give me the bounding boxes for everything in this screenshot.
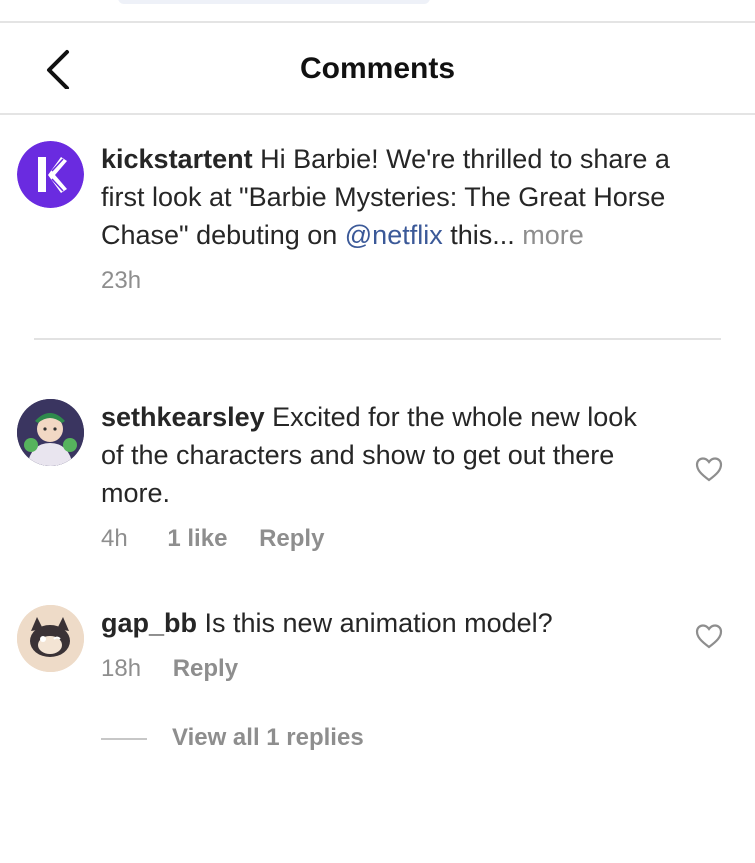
view-replies-button[interactable]: View all 1 replies	[101, 724, 364, 754]
reply-button[interactable]: Reply	[259, 525, 324, 553]
header-divider	[0, 113, 755, 115]
reply-button[interactable]: Reply	[173, 655, 238, 683]
caption-time: 23h	[101, 267, 142, 294]
avatar-kickstartent[interactable]	[17, 141, 84, 208]
comment-time: 18h	[101, 655, 142, 682]
caption-divider	[34, 338, 721, 340]
replies-line	[101, 737, 147, 740]
comment-username[interactable]: sethkearsley	[101, 402, 265, 432]
more-link[interactable]: more	[515, 220, 584, 250]
comment-username[interactable]: gap_bb	[101, 608, 197, 638]
comment-text: sethkearsley Excited for the whole new l…	[101, 398, 661, 512]
comment-meta: 18h Reply	[101, 655, 238, 683]
mention-link[interactable]: @netflix	[345, 220, 443, 250]
comment-time: 4h	[101, 525, 128, 552]
comments-header: Comments	[0, 23, 755, 113]
view-replies-label: View all 1 replies	[172, 724, 364, 751]
caption-meta: 23h	[101, 267, 141, 295]
user-avatar-icon	[17, 399, 84, 466]
like-heart-icon[interactable]	[695, 623, 723, 649]
caption-body-2: this...	[442, 220, 515, 250]
top-handle	[118, 0, 430, 4]
comment-body: Is this new animation model?	[197, 608, 553, 638]
avatar-gap-bb[interactable]	[17, 605, 84, 672]
caption-text: kickstartent Hi Barbie! We're thrilled t…	[101, 140, 716, 254]
comment-text: gap_bb Is this new animation model?	[101, 604, 661, 642]
avatar-sethkearsley[interactable]	[17, 399, 84, 466]
like-heart-icon[interactable]	[695, 456, 723, 482]
user-avatar-icon	[17, 605, 84, 672]
page-title: Comments	[299, 52, 456, 85]
kickstarter-logo-icon	[17, 141, 84, 208]
likes-count[interactable]: 1 like	[167, 525, 227, 553]
comment-meta: 4h 1 like Reply	[101, 525, 324, 553]
caption-username[interactable]: kickstartent	[101, 144, 253, 174]
